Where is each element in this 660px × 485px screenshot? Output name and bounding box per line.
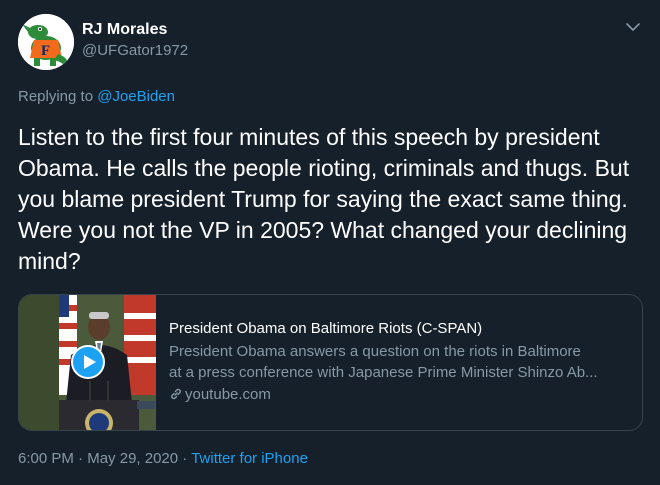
tweet-date[interactable]: May 29, 2020 (87, 450, 178, 467)
card-title: President Obama on Baltimore Riots (C-SP… (169, 320, 483, 337)
tweet-menu-button[interactable] (624, 18, 642, 36)
card-description-line-2: at a press conference with Japanese Prim… (169, 364, 598, 381)
link-icon (169, 387, 183, 407)
author-handle[interactable]: @UFGator1972 (82, 42, 188, 59)
tweet-time[interactable]: 6:00 PM (18, 450, 74, 467)
reply-mention-link[interactable]: @JoeBiden (97, 88, 175, 105)
card-description-line-1: President Obama answers a question on th… (169, 343, 581, 360)
tweet-container: F RJ Morales @UFGator1972 Replying to @J… (0, 0, 660, 485)
link-card[interactable]: President Obama on Baltimore Riots (C-SP… (18, 294, 643, 431)
card-domain-text: youtube.com (185, 386, 271, 403)
card-domain: youtube.com (169, 385, 629, 407)
meta-separator: · (178, 450, 192, 467)
meta-separator: · (73, 450, 88, 467)
avatar[interactable]: F (18, 14, 74, 70)
card-description: President Obama answers a question on th… (169, 341, 629, 383)
author-display-name[interactable]: RJ Morales (82, 21, 167, 39)
replying-to-label: Replying to (18, 88, 98, 105)
replying-to: Replying to @JoeBiden (18, 88, 175, 105)
video-thumbnail[interactable] (19, 295, 156, 430)
card-body: President Obama on Baltimore Riots (C-SP… (169, 319, 629, 407)
gator-logo-avatar: F (18, 14, 74, 70)
tweet-meta: 6:00 PM · May 29, 2020 · Twitter for iPh… (18, 450, 308, 467)
tweet-text: Listen to the first four minutes of this… (18, 124, 630, 274)
play-icon (71, 345, 105, 379)
svg-text:F: F (41, 43, 50, 59)
play-button[interactable] (71, 345, 105, 379)
chevron-down-icon (626, 23, 640, 31)
tweet-source-link[interactable]: Twitter for iPhone (191, 450, 308, 467)
